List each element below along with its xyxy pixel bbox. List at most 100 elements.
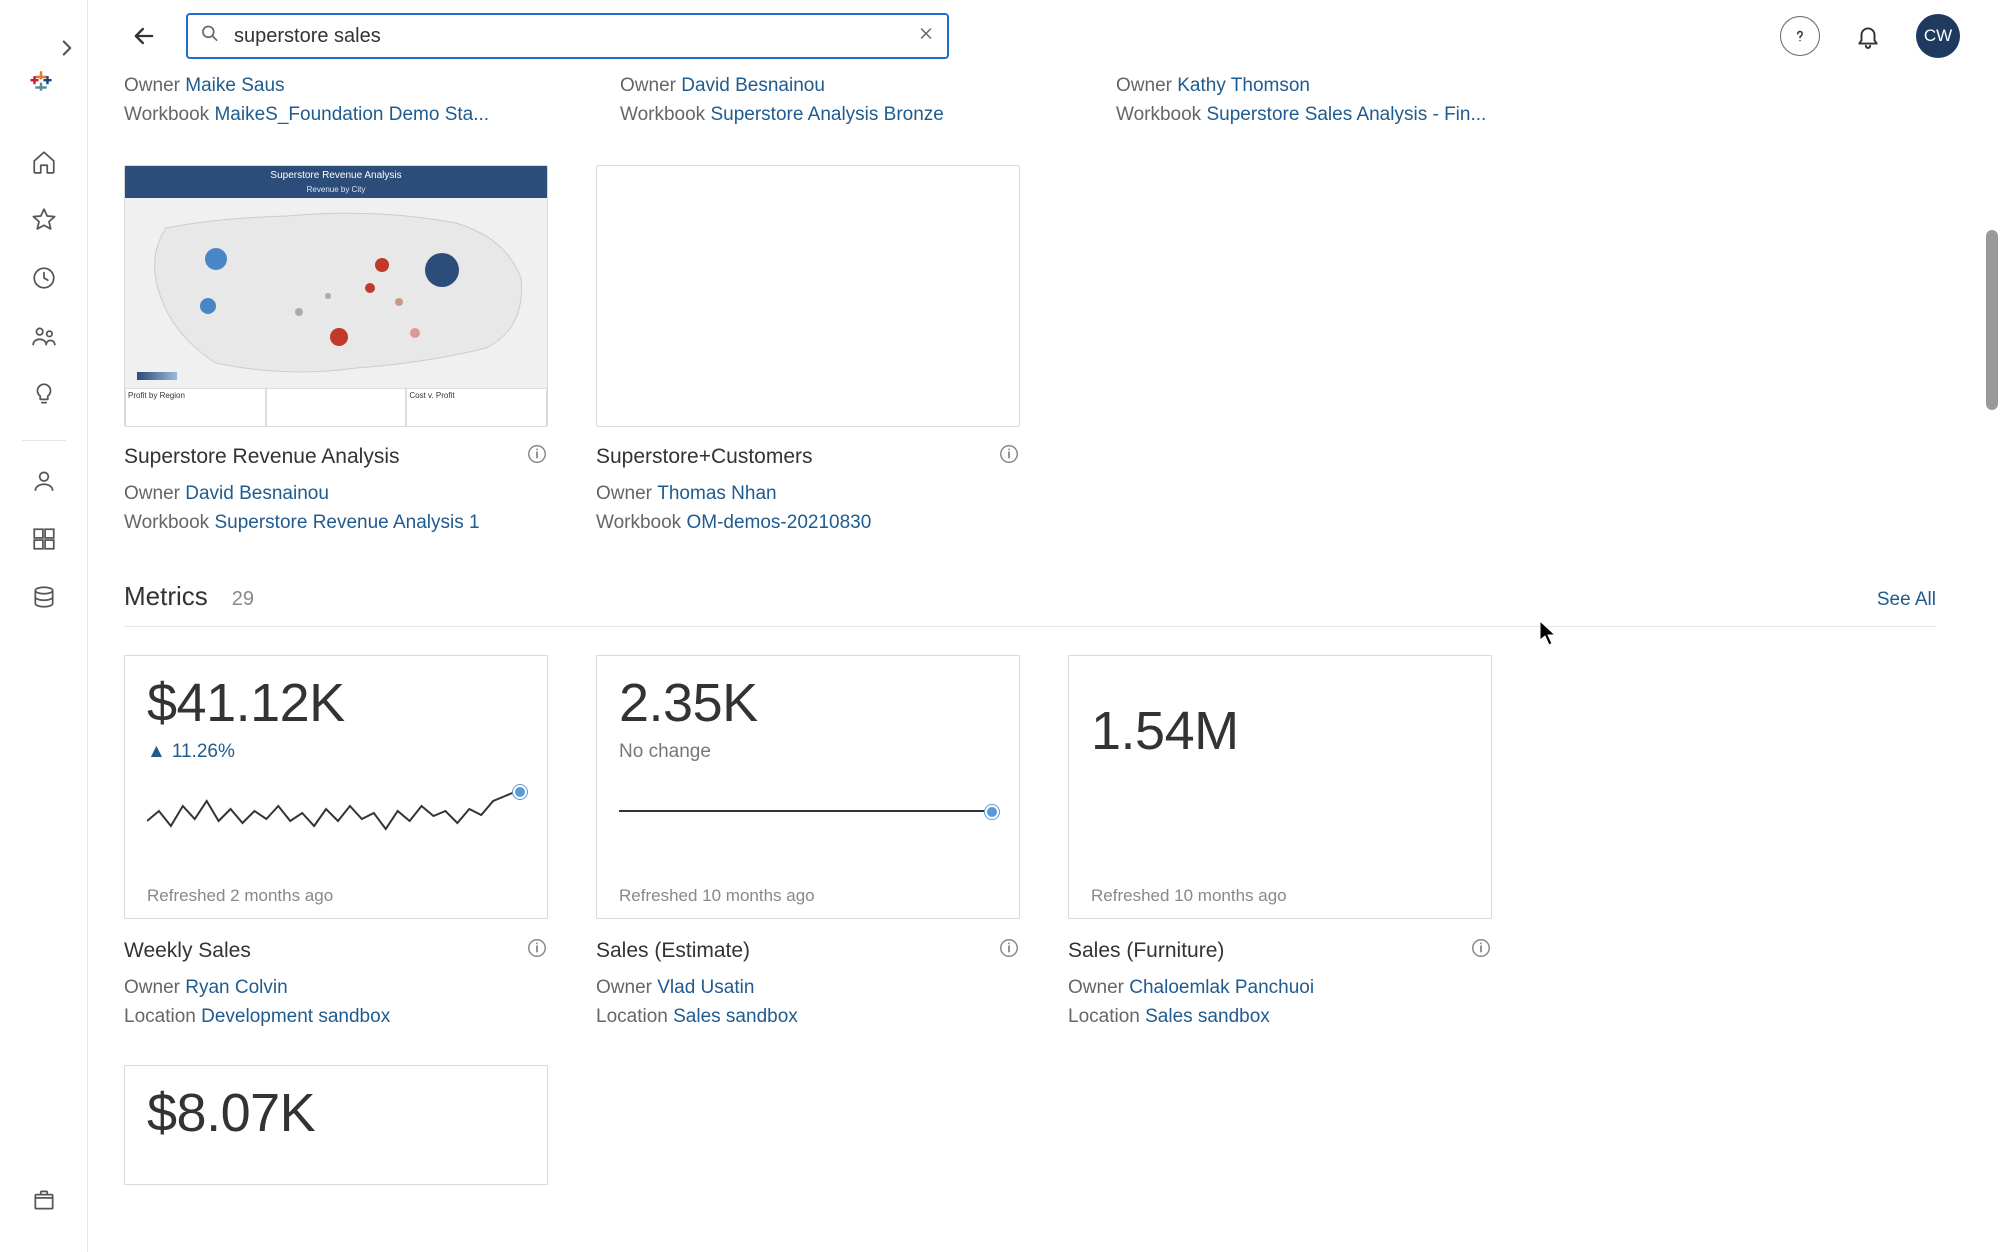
metric-card[interactable]: 2.35K No change Refreshed 10 months ago … (596, 655, 1020, 1031)
metric-card[interactable]: $41.12K ▲ 11.26% Refreshed 2 months ago … (124, 655, 548, 1031)
metric-value: 1.54M (1091, 702, 1469, 761)
section-count: 29 (232, 588, 254, 611)
see-all-link[interactable]: See All (1877, 589, 1936, 611)
metric-box[interactable]: 1.54M Refreshed 10 months ago (1068, 655, 1492, 919)
sidebar-item-collections[interactable] (22, 1178, 66, 1222)
workbook-label: Workbook (124, 512, 209, 533)
result-meta: Owner David Besnainou Workbook Superstor… (620, 72, 1044, 129)
workbook-link[interactable]: OM-demos-20210830 (686, 512, 871, 533)
metric-refresh: Refreshed 10 months ago (619, 886, 997, 906)
sidebar-item-favorites[interactable] (22, 198, 66, 242)
result-meta: Owner Kathy Thomson Workbook Superstore … (1116, 72, 1540, 129)
section-title: Metrics (124, 581, 208, 612)
thumb-title: Superstore Revenue Analysis (125, 166, 547, 185)
info-icon[interactable] (998, 937, 1020, 964)
user-initials: CW (1924, 26, 1952, 46)
workbook-label: Workbook (1116, 104, 1201, 125)
metric-change-value: 11.26% (172, 741, 235, 763)
workbook-link[interactable]: Superstore Revenue Analysis 1 (214, 512, 479, 533)
owner-label: Owner (620, 75, 676, 96)
workbook-label: Workbook (124, 104, 209, 125)
workbook-link[interactable]: MaikeS_Foundation Demo Sta... (214, 104, 489, 125)
metric-value: $8.07K (147, 1084, 525, 1143)
owner-label: Owner (124, 483, 180, 504)
sidebar-item-recommendations[interactable] (22, 372, 66, 416)
metric-value: 2.35K (619, 674, 997, 733)
info-icon[interactable] (526, 443, 548, 470)
metric-card[interactable]: $8.07K (124, 1065, 548, 1185)
metric-title[interactable]: Sales (Estimate) (596, 939, 750, 963)
view-card[interactable]: Superstore Revenue Analysis Revenue by C… (124, 165, 548, 537)
info-icon[interactable] (526, 937, 548, 964)
metric-card[interactable]: 1.54M Refreshed 10 months ago Sales (Fur… (1068, 655, 1492, 1031)
sidebar-item-shared[interactable] (22, 314, 66, 358)
help-button[interactable] (1780, 16, 1820, 56)
info-icon[interactable] (998, 443, 1020, 470)
metric-title[interactable]: Sales (Furniture) (1068, 939, 1224, 963)
scrollbar[interactable] (1984, 0, 2000, 1252)
expand-sidebar-button[interactable] (45, 26, 89, 70)
sidebar (0, 0, 88, 1252)
thumb-subtitle: Revenue by City (125, 185, 547, 198)
view-card[interactable]: Superstore+Customers Owner Thomas Nhan W… (596, 165, 1020, 537)
sidebar-item-recents[interactable] (22, 256, 66, 300)
main-content: Owner Maike Saus Workbook MaikeS_Foundat… (88, 72, 2000, 1252)
owner-link[interactable]: Chaloemlak Panchuoi (1129, 977, 1314, 998)
owner-link[interactable]: David Besnainou (185, 483, 329, 504)
owner-link[interactable]: Ryan Colvin (185, 977, 287, 998)
sidebar-item-home[interactable] (22, 140, 66, 184)
result-meta: Owner Maike Saus Workbook MaikeS_Foundat… (124, 72, 548, 129)
owner-label: Owner (1116, 75, 1172, 96)
header: CW (88, 0, 2000, 72)
workbook-link[interactable]: Superstore Sales Analysis - Fin... (1206, 104, 1486, 125)
sparkline (147, 771, 525, 880)
metric-box[interactable]: $41.12K ▲ 11.26% Refreshed 2 months ago (124, 655, 548, 919)
metric-value: $41.12K (147, 674, 525, 733)
location-link[interactable]: Sales sandbox (1145, 1006, 1270, 1027)
metric-refresh: Refreshed 10 months ago (1091, 886, 1469, 906)
location-link[interactable]: Development sandbox (201, 1006, 390, 1027)
view-title[interactable]: Superstore Revenue Analysis (124, 445, 400, 469)
sparkline (619, 771, 997, 880)
user-avatar[interactable]: CW (1916, 14, 1960, 58)
owner-link[interactable]: Maike Saus (185, 75, 284, 96)
owner-label: Owner (1068, 977, 1124, 998)
owner-link[interactable]: Thomas Nhan (657, 483, 776, 504)
view-thumbnail[interactable]: Superstore Revenue Analysis Revenue by C… (124, 165, 548, 427)
owner-link[interactable]: Vlad Usatin (657, 977, 754, 998)
location-label: Location (124, 1006, 196, 1027)
clear-search-button[interactable] (917, 25, 935, 48)
notifications-button[interactable] (1848, 16, 1888, 56)
owner-label: Owner (596, 977, 652, 998)
sidebar-divider (22, 440, 66, 441)
workbook-label: Workbook (620, 104, 705, 125)
metric-box[interactable]: 2.35K No change Refreshed 10 months ago (596, 655, 1020, 919)
top-results-row: Owner Maike Saus Workbook MaikeS_Foundat… (124, 72, 1960, 129)
search-icon (200, 24, 220, 49)
metric-refresh: Refreshed 2 months ago (147, 886, 525, 906)
search-input[interactable] (186, 13, 949, 59)
location-label: Location (596, 1006, 668, 1027)
info-icon[interactable] (1470, 937, 1492, 964)
sidebar-item-personal-space[interactable] (22, 459, 66, 503)
thumb-map (125, 198, 547, 388)
view-title[interactable]: Superstore+Customers (596, 445, 813, 469)
views-row: Superstore Revenue Analysis Revenue by C… (124, 165, 1960, 537)
owner-link[interactable]: Kathy Thomson (1177, 75, 1310, 96)
scrollbar-thumb[interactable] (1986, 230, 1998, 410)
metric-box[interactable]: $8.07K (124, 1065, 548, 1185)
workbook-link[interactable]: Superstore Analysis Bronze (710, 104, 943, 125)
owner-label: Owner (596, 483, 652, 504)
location-link[interactable]: Sales sandbox (673, 1006, 798, 1027)
sidebar-item-explore[interactable] (22, 517, 66, 561)
back-button[interactable] (124, 16, 164, 56)
sidebar-item-external-assets[interactable] (22, 575, 66, 619)
owner-label: Owner (124, 75, 180, 96)
view-thumbnail[interactable] (596, 165, 1020, 427)
trend-up-icon: ▲ (147, 741, 166, 763)
owner-link[interactable]: David Besnainou (681, 75, 825, 96)
metric-title[interactable]: Weekly Sales (124, 939, 251, 963)
metric-change: ▲ 11.26% (147, 741, 525, 763)
tableau-logo-icon[interactable] (28, 68, 60, 100)
thumb-footer: Profit by RegionCost v. Profit (125, 388, 547, 427)
